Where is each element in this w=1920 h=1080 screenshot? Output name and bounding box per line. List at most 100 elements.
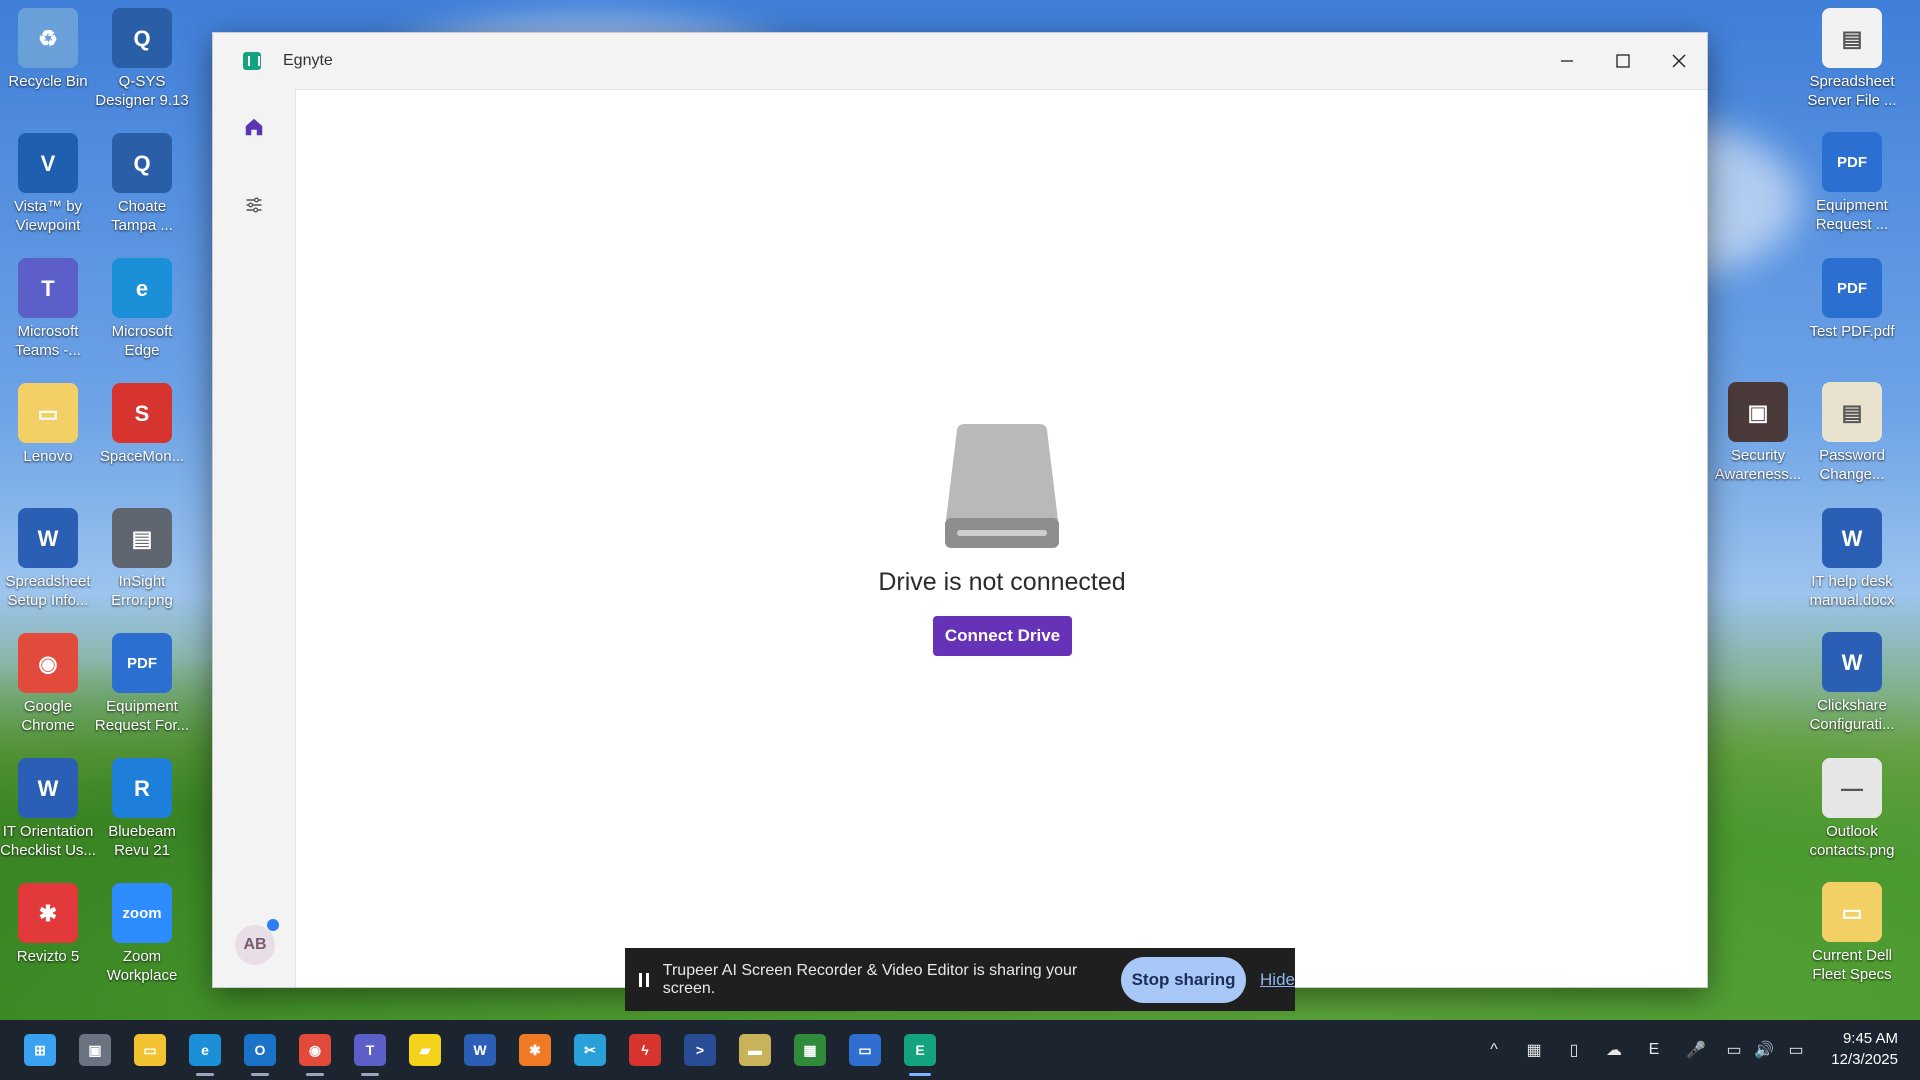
onedrive-icon[interactable]: ☁	[1602, 1038, 1626, 1062]
left-desktop-icon[interactable]: R Bluebeam Revu 21	[94, 758, 190, 860]
desktop-item-label: Choate Tampa ...	[111, 198, 173, 234]
hide-link[interactable]: Hide	[1260, 970, 1295, 990]
user-avatar[interactable]: AB	[235, 919, 279, 965]
close-button[interactable]	[1651, 33, 1707, 89]
spreadsheet-icon[interactable]: ▦	[794, 1034, 826, 1066]
running-indicator	[909, 1073, 931, 1076]
teams-icon[interactable]: T	[354, 1034, 386, 1066]
left-desktop-icon[interactable]: ▤ InSight Error.png	[94, 508, 190, 610]
connect-drive-button[interactable]: Connect Drive	[933, 616, 1072, 656]
clock[interactable]: 9:45 AM 12/3/2025	[1831, 1028, 1898, 1070]
desktop-item-label: Spreadsheet Setup Info...	[5, 573, 91, 609]
desktop-item-label: Google Chrome	[21, 698, 75, 734]
notes-icon[interactable]: ▬	[739, 1034, 771, 1066]
snipping-tool-icon[interactable]: ✂	[574, 1034, 606, 1066]
maximize-button[interactable]	[1595, 33, 1651, 89]
close-icon	[1672, 54, 1686, 68]
word-icon[interactable]: W	[464, 1034, 496, 1066]
sticky-notes-icon[interactable]: ▰	[409, 1034, 441, 1066]
home-button[interactable]	[234, 107, 274, 147]
left-desktop-icon[interactable]: ◉ Google Chrome	[0, 633, 96, 735]
tray-overflow-icon[interactable]: ^	[1482, 1038, 1506, 1062]
chrome-icon[interactable]: ◉	[299, 1034, 331, 1066]
acrobat-icon[interactable]: ϟ	[629, 1034, 661, 1066]
title-bar[interactable]: Egnyte	[213, 33, 1707, 89]
sidebar: AB	[213, 89, 295, 987]
desktop-item-label: Security Awareness...	[1714, 447, 1802, 483]
left-desktop-icon[interactable]: T Microsoft Teams -...	[0, 258, 96, 360]
right-desktop-icon[interactable]: ▣ Security Awareness...	[1710, 382, 1806, 484]
desktop-item-label: Equipment Request For...	[94, 698, 190, 734]
edge-icon[interactable]: e	[189, 1034, 221, 1066]
left-desktop-icon[interactable]: W IT Orientation Checklist Us...	[0, 758, 96, 860]
right-desktop-icon[interactable]: W IT help desk manual.docx	[1804, 508, 1900, 610]
desktop-item-label: IT help desk manual.docx	[1809, 573, 1895, 609]
desktop-item-icon: ▤	[112, 508, 172, 568]
screen-sharing-bar: Trupeer AI Screen Recorder & Video Edito…	[625, 948, 1295, 1011]
desktop-item-icon: ▤	[1822, 382, 1882, 442]
remote-desktop-icon[interactable]: ▭	[849, 1034, 881, 1066]
file-explorer-icon[interactable]: ▭	[134, 1034, 166, 1066]
egnyte-taskbar-icon[interactable]: E	[904, 1034, 936, 1066]
clock-time: 9:45 AM	[1842, 1030, 1898, 1047]
left-desktop-icon[interactable]: Q Q-SYS Designer 9.13	[94, 8, 190, 110]
running-indicator	[361, 1073, 379, 1076]
desktop-item-icon: ♻	[18, 8, 78, 68]
right-desktop-icon[interactable]: ▤ Password Change...	[1804, 382, 1900, 484]
right-desktop-icon[interactable]: PDF Test PDF.pdf	[1804, 258, 1900, 341]
volume-icon[interactable]: 🔊	[1752, 1038, 1776, 1062]
left-desktop-icon[interactable]: e Microsoft Edge	[94, 258, 190, 360]
battery-icon[interactable]: ▭	[1784, 1038, 1808, 1062]
desktop-item-icon: ◉	[18, 633, 78, 693]
right-desktop-icon[interactable]: PDF Equipment Request ...	[1804, 132, 1900, 234]
left-desktop-icon[interactable]: zoom Zoom Workplace	[94, 883, 190, 985]
left-desktop-icon[interactable]: ♻ Recycle Bin	[0, 8, 96, 91]
revizto-icon[interactable]: ✱	[519, 1034, 551, 1066]
powershell-icon[interactable]: >	[684, 1034, 716, 1066]
desktop-item-icon: W	[18, 758, 78, 818]
desktop-item-label: Current Dell Fleet Specs	[1811, 947, 1893, 983]
egnyte-logo-icon	[243, 52, 261, 70]
left-desktop-icon[interactable]: PDF Equipment Request For...	[94, 633, 190, 735]
right-desktop-icon[interactable]: ▭ Current Dell Fleet Specs	[1804, 882, 1900, 984]
left-desktop-icon[interactable]: Q Choate Tampa ...	[94, 133, 190, 235]
task-view-icon[interactable]: ▣	[79, 1034, 111, 1066]
right-desktop-icon[interactable]: W Clickshare Configurati...	[1804, 632, 1900, 734]
network-icon[interactable]: ▭	[1722, 1038, 1746, 1062]
left-desktop-icon[interactable]: S SpaceMon...	[94, 383, 190, 466]
left-desktop-icon[interactable]: W Spreadsheet Setup Info...	[0, 508, 96, 610]
running-indicator	[306, 1073, 324, 1076]
desktop-item-label: SpaceMon...	[99, 448, 185, 465]
running-indicator	[251, 1073, 269, 1076]
desktop-item-icon: R	[112, 758, 172, 818]
desktop-item-label: Lenovo	[23, 448, 73, 465]
avatar-initials: AB	[243, 936, 267, 953]
home-icon	[245, 118, 263, 136]
microphone-icon[interactable]: 🎤	[1684, 1038, 1708, 1062]
left-desktop-icon[interactable]: ▭ Lenovo	[0, 383, 96, 466]
running-indicator	[196, 1073, 214, 1076]
pause-icon[interactable]	[639, 972, 649, 987]
desktop-item-label: Recycle Bin	[8, 73, 88, 90]
outlook-icon[interactable]: O	[244, 1034, 276, 1066]
desktop-item-icon: Q	[112, 8, 172, 68]
minimize-icon	[1561, 60, 1573, 62]
settings-button[interactable]	[234, 185, 274, 225]
desktop-item-icon: T	[18, 258, 78, 318]
stop-sharing-button[interactable]: Stop sharing	[1121, 956, 1247, 1003]
desktop-item-icon: Q	[112, 133, 172, 193]
start-button[interactable]: ⊞	[24, 1034, 56, 1066]
usb-icon[interactable]: ▯	[1562, 1038, 1586, 1062]
egnyte-tray-icon[interactable]: E	[1642, 1038, 1666, 1062]
desktop-item-label: Outlook contacts.png	[1809, 823, 1895, 859]
desktop-item-icon: ✱	[18, 883, 78, 943]
notification-dot	[267, 919, 279, 931]
desktop-item-label: Revizto 5	[16, 948, 80, 965]
left-desktop-icon[interactable]: V Vista™ by Viewpoint	[0, 133, 96, 235]
left-desktop-icon[interactable]: ✱ Revizto 5	[0, 883, 96, 966]
right-desktop-icon[interactable]: ▤ Spreadsheet Server File ...	[1804, 8, 1900, 110]
sharing-message: Trupeer AI Screen Recorder & Video Edito…	[662, 961, 1078, 997]
minimize-button[interactable]	[1539, 33, 1595, 89]
tray-app-icon[interactable]: ▦	[1522, 1038, 1546, 1062]
right-desktop-icon[interactable]: — Outlook contacts.png	[1804, 758, 1900, 860]
